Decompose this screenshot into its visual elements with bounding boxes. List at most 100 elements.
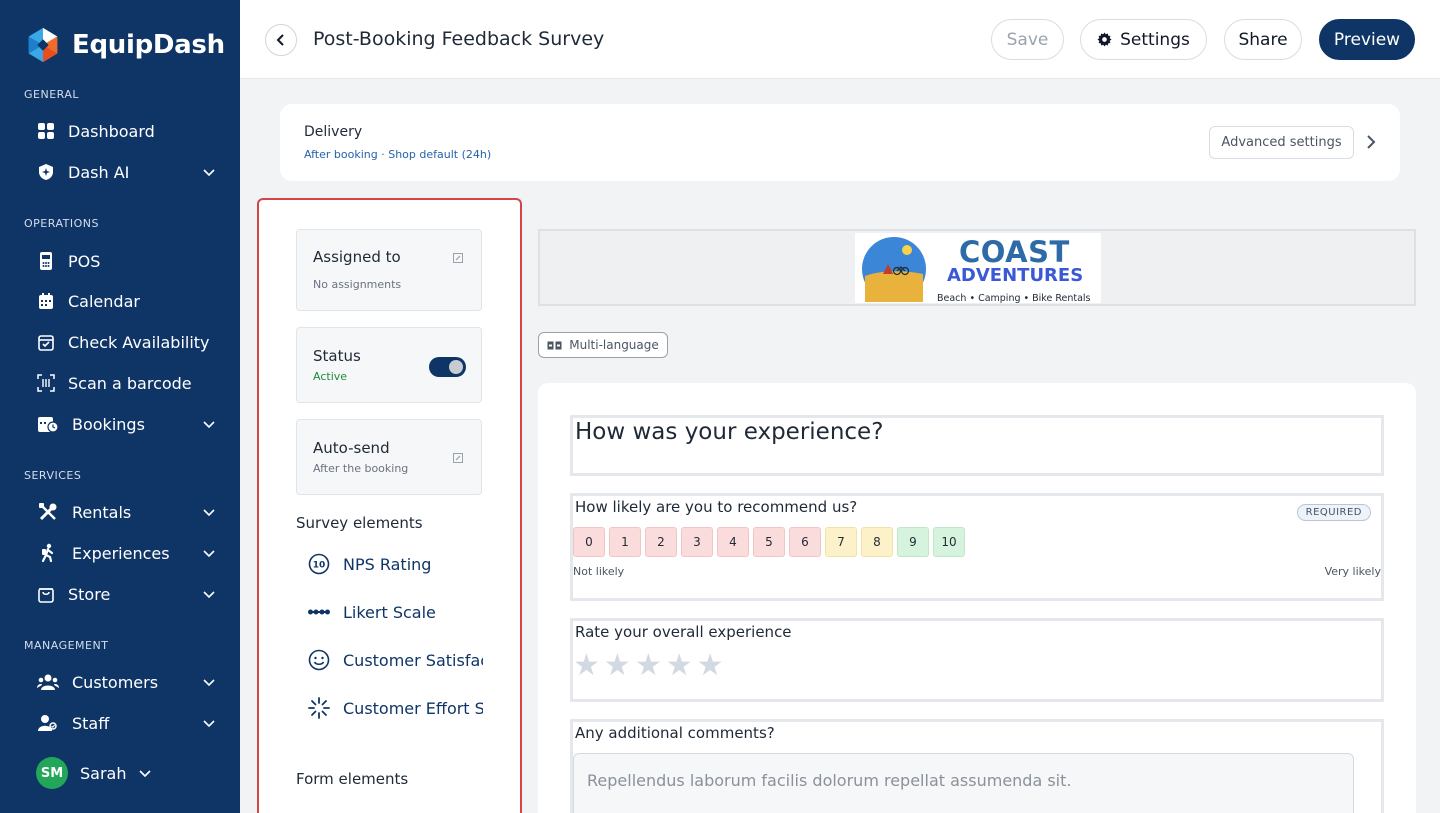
element-label: Customer Effort Score [343, 698, 483, 718]
comments-question-block[interactable]: Any additional comments? Repellendus lab… [570, 719, 1384, 813]
assigned-to-value: No assignments [313, 278, 402, 291]
edit-icon[interactable] [453, 453, 463, 463]
logo-title: COAST [959, 235, 1070, 269]
element-label: Likert Scale [343, 602, 436, 622]
sidebar-item-label: Rentals [72, 502, 132, 522]
sidebar-item-experiences[interactable]: Experiences [36, 538, 216, 568]
nps-option-0[interactable]: 0 [573, 527, 605, 557]
chevron-down-icon [203, 550, 215, 558]
element-likert-scale[interactable]: Likert Scale [307, 599, 483, 625]
element-nps-rating[interactable]: 10 NPS Rating [307, 551, 483, 577]
nps-option-10[interactable]: 10 [933, 527, 965, 557]
pos-terminal-icon [36, 251, 56, 271]
auto-send-card[interactable]: Auto-send After the booking [296, 419, 482, 495]
logo-tagline: Beach • Camping • Bike Rentals [937, 293, 1091, 304]
chevron-down-icon [203, 720, 215, 728]
nps-high-label: Very likely [1324, 565, 1381, 578]
brand[interactable]: EquipDash [24, 26, 225, 64]
sidebar-item-dashboard[interactable]: Dashboard [36, 116, 216, 146]
sidebar-item-label: Dashboard [68, 121, 155, 141]
brand-name: EquipDash [72, 30, 225, 60]
staff-icon [36, 713, 60, 733]
survey-elements-title: Survey elements [296, 514, 423, 532]
bag-icon [36, 584, 56, 604]
avatar: SM [36, 757, 68, 789]
sidebar-item-scan-barcode[interactable]: Scan a barcode [36, 368, 216, 398]
nps-10-icon: 10 [307, 552, 331, 576]
toggle-knob [449, 360, 463, 374]
auto-send-title: Auto-send [313, 439, 390, 457]
sidebar-item-label: Customers [72, 672, 159, 692]
comments-textarea[interactable]: Repellendus laborum facilis dolorum repe… [573, 753, 1354, 813]
preview-button[interactable]: Preview [1319, 19, 1415, 60]
star-icon[interactable]: ★ [573, 651, 600, 681]
sparkle-shield-icon [36, 162, 56, 182]
sidebar-item-bookings[interactable]: Bookings [36, 409, 216, 439]
effort-burst-icon [307, 696, 331, 720]
chevron-down-icon [203, 679, 215, 687]
star-icon[interactable]: ★ [666, 651, 693, 681]
nps-option-1[interactable]: 1 [609, 527, 641, 557]
smiley-icon [307, 648, 331, 672]
share-button[interactable]: Share [1224, 19, 1302, 60]
nps-question: How likely are you to recommend us? [575, 498, 858, 516]
star-icon[interactable]: ★ [635, 651, 662, 681]
save-button[interactable]: Save [991, 19, 1064, 60]
element-customer-satisfaction[interactable]: Customer Satisfaction [307, 647, 483, 673]
sidebar-item-check-availability[interactable]: Check Availability [36, 327, 216, 357]
nps-option-7[interactable]: 7 [825, 527, 857, 557]
nps-option-6[interactable]: 6 [789, 527, 821, 557]
assigned-to-title: Assigned to [313, 248, 401, 266]
sidebar-item-staff[interactable]: Staff [36, 708, 216, 738]
sidebar-item-calendar[interactable]: Calendar [36, 286, 216, 316]
chevron-right-icon[interactable] [1363, 134, 1379, 150]
nps-option-2[interactable]: 2 [645, 527, 677, 557]
section-label-operations: OPERATIONS [24, 217, 99, 230]
survey-heading-block[interactable]: How was your experience? [570, 415, 1384, 476]
coast-adventures-logo: COAST ADVENTURES Beach • Camping • Bike … [855, 233, 1101, 304]
sidebar-item-pos[interactable]: POS [36, 246, 216, 276]
rating-question-block[interactable]: Rate your overall experience ★ ★ ★ ★ ★ [570, 618, 1384, 702]
nps-low-label: Not likely [573, 565, 625, 578]
settings-label: Settings [1120, 29, 1190, 50]
star-icon[interactable]: ★ [604, 651, 631, 681]
sidebar-item-label: Staff [72, 713, 110, 733]
svg-text:10: 10 [313, 561, 326, 571]
nps-option-8[interactable]: 8 [861, 527, 893, 557]
auto-send-value: After the booking [313, 462, 409, 475]
sidebar-item-customers[interactable]: Customers [36, 667, 216, 697]
delivery-card: Delivery After booking · Shop default (2… [280, 104, 1400, 181]
nps-option-4[interactable]: 4 [717, 527, 749, 557]
chevron-down-icon [203, 421, 215, 429]
delivery-subtitle: After booking · Shop default (24h) [304, 148, 492, 161]
sidebar-item-label: Store [68, 584, 111, 604]
status-title: Status [313, 347, 361, 365]
user-name: Sarah [80, 763, 127, 783]
chevron-left-icon [276, 34, 284, 46]
back-button[interactable] [265, 24, 297, 56]
logo-subtitle: ADVENTURES [947, 265, 1084, 286]
user-menu[interactable]: SM Sarah [36, 757, 152, 789]
section-label-general: GENERAL [24, 88, 80, 101]
sidebar-item-store[interactable]: Store [36, 579, 216, 609]
element-customer-effort-score[interactable]: Customer Effort Score [307, 695, 483, 721]
page-title: Post-Booking Feedback Survey [313, 28, 605, 50]
form-elements-title: Form elements [296, 770, 409, 788]
nps-option-3[interactable]: 3 [681, 527, 713, 557]
logo-banner[interactable]: COAST ADVENTURES Beach • Camping • Bike … [538, 229, 1416, 306]
settings-button[interactable]: Settings [1080, 19, 1207, 60]
sidebar-item-label: Experiences [72, 543, 170, 563]
nps-question-block[interactable]: How likely are you to recommend us? REQU… [570, 493, 1384, 601]
star-icon[interactable]: ★ [697, 651, 724, 681]
sidebar-item-rentals[interactable]: Rentals [36, 497, 216, 527]
hiker-icon [36, 543, 60, 563]
nps-option-5[interactable]: 5 [753, 527, 785, 557]
sidebar-item-dash-ai[interactable]: Dash AI [36, 157, 216, 187]
nps-option-9[interactable]: 9 [897, 527, 929, 557]
multi-language-button[interactable]: Multi-language [538, 332, 668, 358]
status-toggle[interactable] [429, 357, 466, 377]
status-card: Status Active [296, 327, 482, 403]
advanced-settings-button[interactable]: Advanced settings [1209, 126, 1354, 159]
edit-icon[interactable] [453, 253, 463, 263]
assigned-to-card[interactable]: Assigned to No assignments [296, 229, 482, 311]
